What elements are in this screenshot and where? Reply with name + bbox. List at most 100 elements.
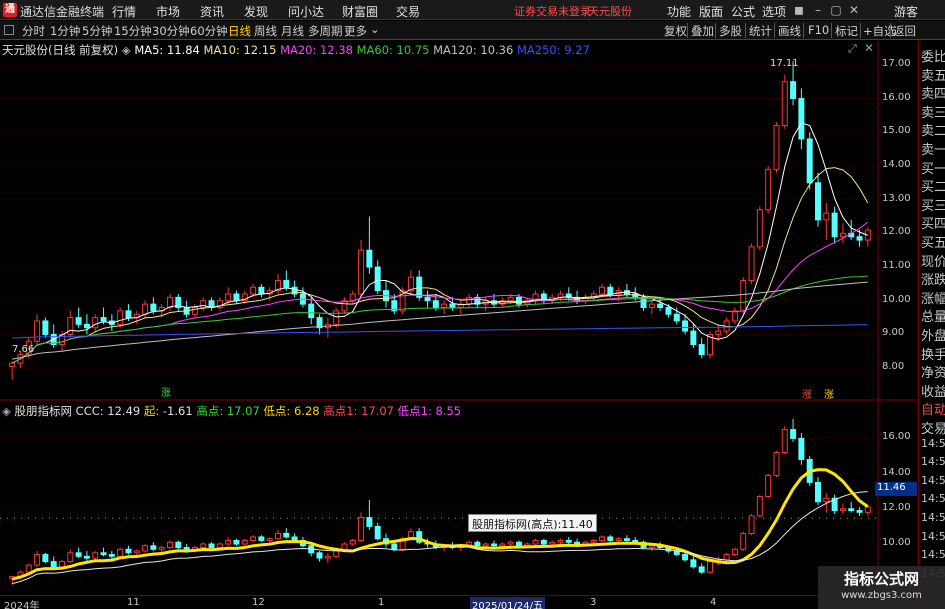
btn-duogu[interactable]: 多股 — [719, 23, 742, 39]
sub-candle-body — [590, 539, 597, 543]
tab-15min[interactable]: 15分钟 — [114, 23, 152, 39]
btn-huaxian[interactable]: 画线 — [778, 23, 801, 39]
watermark-url: www.zbgs3.com — [841, 590, 922, 601]
menu-shichang[interactable]: 市场 — [156, 3, 180, 20]
y-tick-label: 10.00 — [882, 293, 911, 305]
tab-daily[interactable]: 日线 — [228, 23, 251, 39]
candle-body — [839, 232, 846, 238]
sub-candle-body — [599, 536, 605, 541]
sub-candle-body — [740, 532, 747, 550]
login-warning[interactable]: 证券交易未登录 — [514, 3, 591, 19]
tab-weekly[interactable]: 周线 — [254, 23, 277, 39]
low-price-label: 7.66 — [12, 344, 35, 355]
date-label: 1 — [378, 597, 385, 608]
tab-60min[interactable]: 60分钟 — [190, 23, 228, 39]
tab-5min[interactable]: 5分钟 — [82, 23, 112, 39]
quote-panel-item[interactable]: 14:56 — [921, 511, 945, 529]
quote-panel-item[interactable]: 14:56 — [921, 437, 945, 455]
candle-body — [225, 293, 232, 302]
quote-panel-item: 买一 — [921, 161, 945, 176]
sub-candle-body — [324, 555, 331, 559]
menu-hangqing[interactable]: 行情 — [112, 3, 136, 20]
red-marker-label: 涨 — [802, 390, 812, 401]
quote-panel-item[interactable]: 14:56 — [921, 455, 945, 473]
tab-30min[interactable]: 30分钟 — [152, 23, 190, 39]
sub-candle-body — [225, 539, 232, 545]
sub-candle-body — [690, 559, 697, 568]
quote-panel-item[interactable]: 交易 — [921, 418, 945, 436]
quote-panel-item[interactable]: 14:56 — [921, 474, 945, 492]
skin-icon[interactable]: ◼ — [791, 2, 807, 18]
quote-panel-item: 现价 — [921, 254, 945, 269]
candle-body — [233, 293, 240, 302]
sub-candle-body — [482, 543, 489, 547]
menu-wenxiaoda[interactable]: 问小达 — [288, 3, 324, 20]
sub-candle-body — [241, 539, 248, 545]
quote-panel-item: 卖四 — [921, 87, 945, 102]
y-tick-label: 8.00 — [882, 361, 905, 373]
minimize-icon[interactable]: – — [810, 2, 826, 18]
close-icon[interactable]: ✕ — [846, 2, 862, 18]
menu-caifuquan[interactable]: 财富圈 — [342, 3, 378, 20]
menu-xuanxiang[interactable]: 选项 — [762, 3, 786, 20]
quote-panel-item: 外盘 — [921, 329, 945, 343]
maximize-icon[interactable]: ▢ — [828, 2, 844, 18]
menu-gongshi[interactable]: 公式 — [731, 3, 755, 20]
toolbar-separator — [745, 23, 746, 38]
toolbar-separator — [831, 23, 832, 38]
toolbar-separator — [803, 23, 804, 38]
candle-body — [258, 286, 265, 295]
menu-zixun[interactable]: 资讯 — [200, 3, 224, 20]
btn-fuquan[interactable]: 复权 — [664, 23, 687, 39]
date-axis[interactable]: 2024年 11 12 1 2025/01/24/五 3 4 — [0, 595, 918, 609]
menu-banmian[interactable]: 版面 — [699, 3, 723, 20]
tab-1min[interactable]: 1分钟 — [50, 23, 80, 39]
btn-biaoji[interactable]: 标记 — [835, 23, 858, 39]
date-label: 2024年 — [4, 601, 40, 609]
candle-body — [358, 249, 365, 295]
toolbar-separator — [860, 23, 861, 38]
tab-more[interactable]: 更多 — [344, 23, 367, 39]
quote-panel-item[interactable]: 14:56 — [921, 492, 945, 510]
sub-candle-body — [823, 497, 830, 503]
sub-candle-body — [515, 541, 522, 547]
quote-panel-item[interactable]: 自动 — [921, 399, 945, 417]
sub-candle-body — [175, 541, 182, 549]
tab-fenshi[interactable]: 分时 — [22, 23, 45, 39]
candle-body — [308, 303, 315, 319]
sub-candle-body — [133, 550, 140, 554]
sub-candle-body — [864, 506, 871, 513]
sub-candle-body — [698, 566, 705, 573]
btn-diejia[interactable]: 叠加 — [691, 23, 714, 39]
sub-candle-body — [216, 543, 223, 549]
toolbar-separator — [687, 23, 688, 38]
menu-jiaoyi[interactable]: 交易 — [396, 3, 420, 20]
indicator-tooltip: 股朋指标网(高点):11.40 — [468, 514, 597, 532]
tab-multi-period[interactable]: 多周期 — [308, 23, 343, 39]
quote-panel-item: 买三 — [921, 198, 945, 213]
tab-monthly[interactable]: 月线 — [281, 23, 304, 39]
ma10-line — [11, 167, 869, 364]
quote-panel-item: 涨幅 — [921, 291, 945, 306]
watermark: 指标公式网 www.zbgs3.com — [818, 566, 945, 609]
quote-panel-item: 买五 — [921, 236, 945, 250]
user-label[interactable]: 游客 — [894, 3, 918, 20]
sub-candle-body — [366, 517, 373, 527]
sub-candle-body — [532, 539, 539, 545]
btn-f10[interactable]: F10 — [808, 23, 829, 37]
quote-panel-item: 买二 — [921, 180, 945, 195]
menu-gongneng[interactable]: 功能 — [667, 3, 691, 20]
btn-back[interactable]: 返回 — [893, 23, 916, 39]
candle-body — [806, 138, 813, 184]
more-dropdown-icon[interactable]: ⌄ — [370, 22, 380, 36]
candle-body — [125, 310, 132, 319]
toolbar-menu-icon[interactable] — [4, 25, 14, 35]
menu-faxian[interactable]: 发现 — [244, 3, 268, 20]
candle-body — [748, 246, 755, 282]
quote-panel-item: 卖三 — [921, 105, 945, 120]
chart-svg[interactable] — [0, 40, 918, 595]
quote-panel-item[interactable]: 14:56 — [921, 530, 945, 548]
quote-panel-item[interactable]: 14:56 — [921, 548, 945, 566]
btn-tongji[interactable]: 统计 — [749, 23, 772, 39]
sub-candle-body — [25, 564, 32, 573]
